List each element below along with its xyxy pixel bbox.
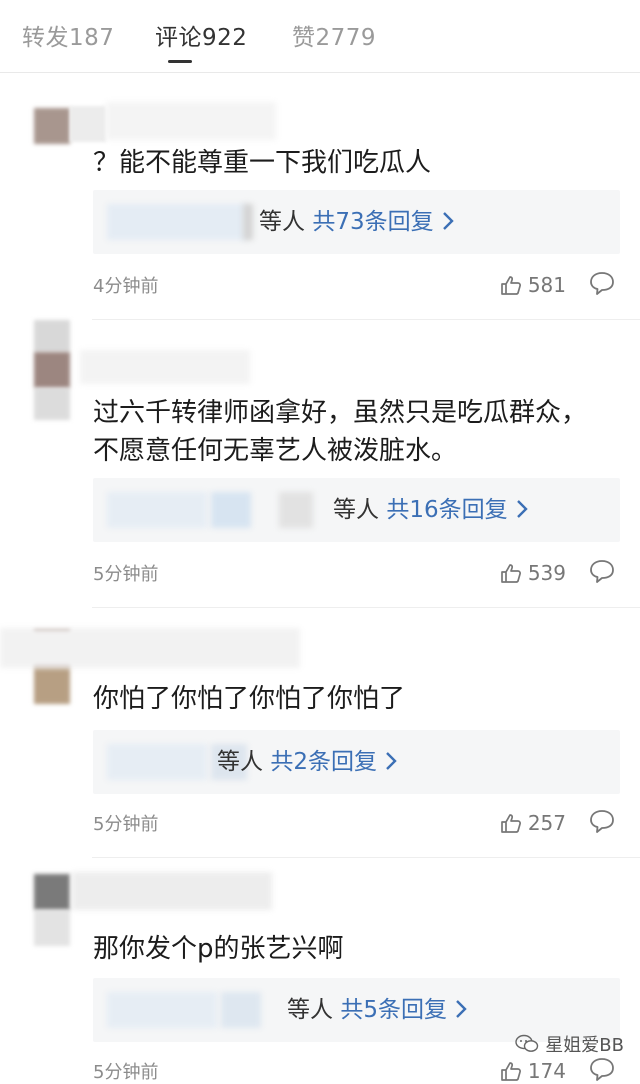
chevron-right-icon [386, 752, 397, 770]
like-button[interactable]: 581 [500, 272, 566, 298]
like-count: 581 [527, 273, 566, 297]
reply-name-blur [107, 204, 247, 240]
comment-item: 过六千转律师函拿好，虽然只是吃瓜群众，不愿意任何无辜艺人被泼脏水。 等人 共16… [0, 320, 640, 608]
chevron-right-icon [456, 1000, 467, 1018]
speech-bubble-icon[interactable] [588, 558, 616, 584]
like-count: 539 [527, 561, 566, 585]
username-blur[interactable] [70, 106, 106, 142]
active-tab-indicator [168, 60, 192, 63]
thumbs-up-icon [500, 814, 521, 833]
comment-text: 你怕了你怕了你怕了你怕了 [93, 684, 406, 714]
avatar[interactable] [34, 320, 70, 420]
tab-bar: 转发187 评论922 赞2779 [0, 0, 640, 73]
comment-time: 5分钟前 [93, 564, 159, 585]
reply-name-blur [107, 492, 207, 528]
watermark-text: 星姐爱BB [545, 1035, 624, 1056]
thumbs-up-icon [500, 1062, 521, 1081]
speech-bubble-icon[interactable] [588, 808, 616, 834]
reply-preview[interactable]: 等人 共16条回复 [93, 478, 620, 542]
chevron-right-icon [443, 212, 454, 230]
reply-name-blur [107, 744, 207, 780]
reply-preview[interactable]: 等人 共73条回复 [93, 190, 620, 254]
username-blur [80, 350, 250, 384]
username-blur [0, 628, 300, 668]
like-button[interactable]: 174 [500, 1058, 566, 1084]
reply-summary: 等人 共16条回复 [333, 492, 529, 528]
comment-text: ？能不能尊重一下我们吃瓜人 [93, 148, 432, 178]
thumbs-up-icon [500, 564, 521, 583]
reply-suffix: 等人 [287, 997, 333, 1023]
comment-text: 过六千转律师函拿好，虽然只是吃瓜群众，不愿意任何无辜艺人被泼脏水。 [93, 398, 588, 466]
comment-item: ？能不能尊重一下我们吃瓜人 等人 共73条回复 4分钟前 581 [0, 72, 640, 320]
like-button[interactable]: 539 [500, 560, 566, 586]
reply-summary: 等人 共2条回复 [217, 744, 398, 780]
like-count: 174 [527, 1059, 566, 1083]
thumbs-up-icon [500, 276, 521, 295]
speech-bubble-icon[interactable] [588, 270, 616, 296]
username-blur [72, 872, 272, 910]
tab-comments[interactable]: 评论922 [155, 18, 247, 52]
chevron-right-icon [517, 500, 528, 518]
reply-count[interactable]: 共5条回复 [340, 997, 447, 1023]
like-button[interactable]: 257 [500, 810, 566, 836]
comment-item: 你怕了你怕了你怕了你怕了 等人 共2条回复 5分钟前 257 [0, 608, 640, 858]
reply-name-blur [221, 992, 261, 1028]
wechat-icon [515, 1034, 539, 1052]
reply-name-blur [211, 492, 251, 528]
comment-time: 5分钟前 [93, 1062, 159, 1083]
reply-preview[interactable]: 等人 共2条回复 [93, 730, 620, 794]
tab-likes[interactable]: 赞2779 [292, 18, 376, 52]
reply-suffix: 等人 [333, 497, 379, 523]
username-blur-extra [106, 102, 276, 140]
comment-time: 5分钟前 [93, 814, 159, 835]
reply-name-blur [107, 992, 217, 1028]
tab-reposts[interactable]: 转发187 [22, 18, 114, 52]
reply-suffix: 等人 [217, 749, 263, 775]
speech-bubble-icon[interactable] [588, 1056, 616, 1082]
watermark: 星姐爱BB [515, 1031, 624, 1057]
reply-summary: 等人 共5条回复 [287, 992, 468, 1028]
comment-text: 那你发个p的张艺兴啊 [93, 934, 344, 964]
reply-summary: 等人 共73条回复 [259, 204, 455, 240]
like-count: 257 [527, 811, 566, 835]
reply-name-blur [279, 492, 313, 528]
reply-count[interactable]: 共2条回复 [270, 749, 377, 775]
reply-suffix: 等人 [259, 209, 305, 235]
avatar[interactable] [34, 108, 70, 144]
reply-name-blur [243, 204, 253, 240]
reply-count[interactable]: 共16条回复 [386, 497, 507, 523]
reply-count[interactable]: 共73条回复 [312, 209, 433, 235]
comment-time: 4分钟前 [93, 276, 159, 297]
avatar[interactable] [34, 874, 70, 946]
